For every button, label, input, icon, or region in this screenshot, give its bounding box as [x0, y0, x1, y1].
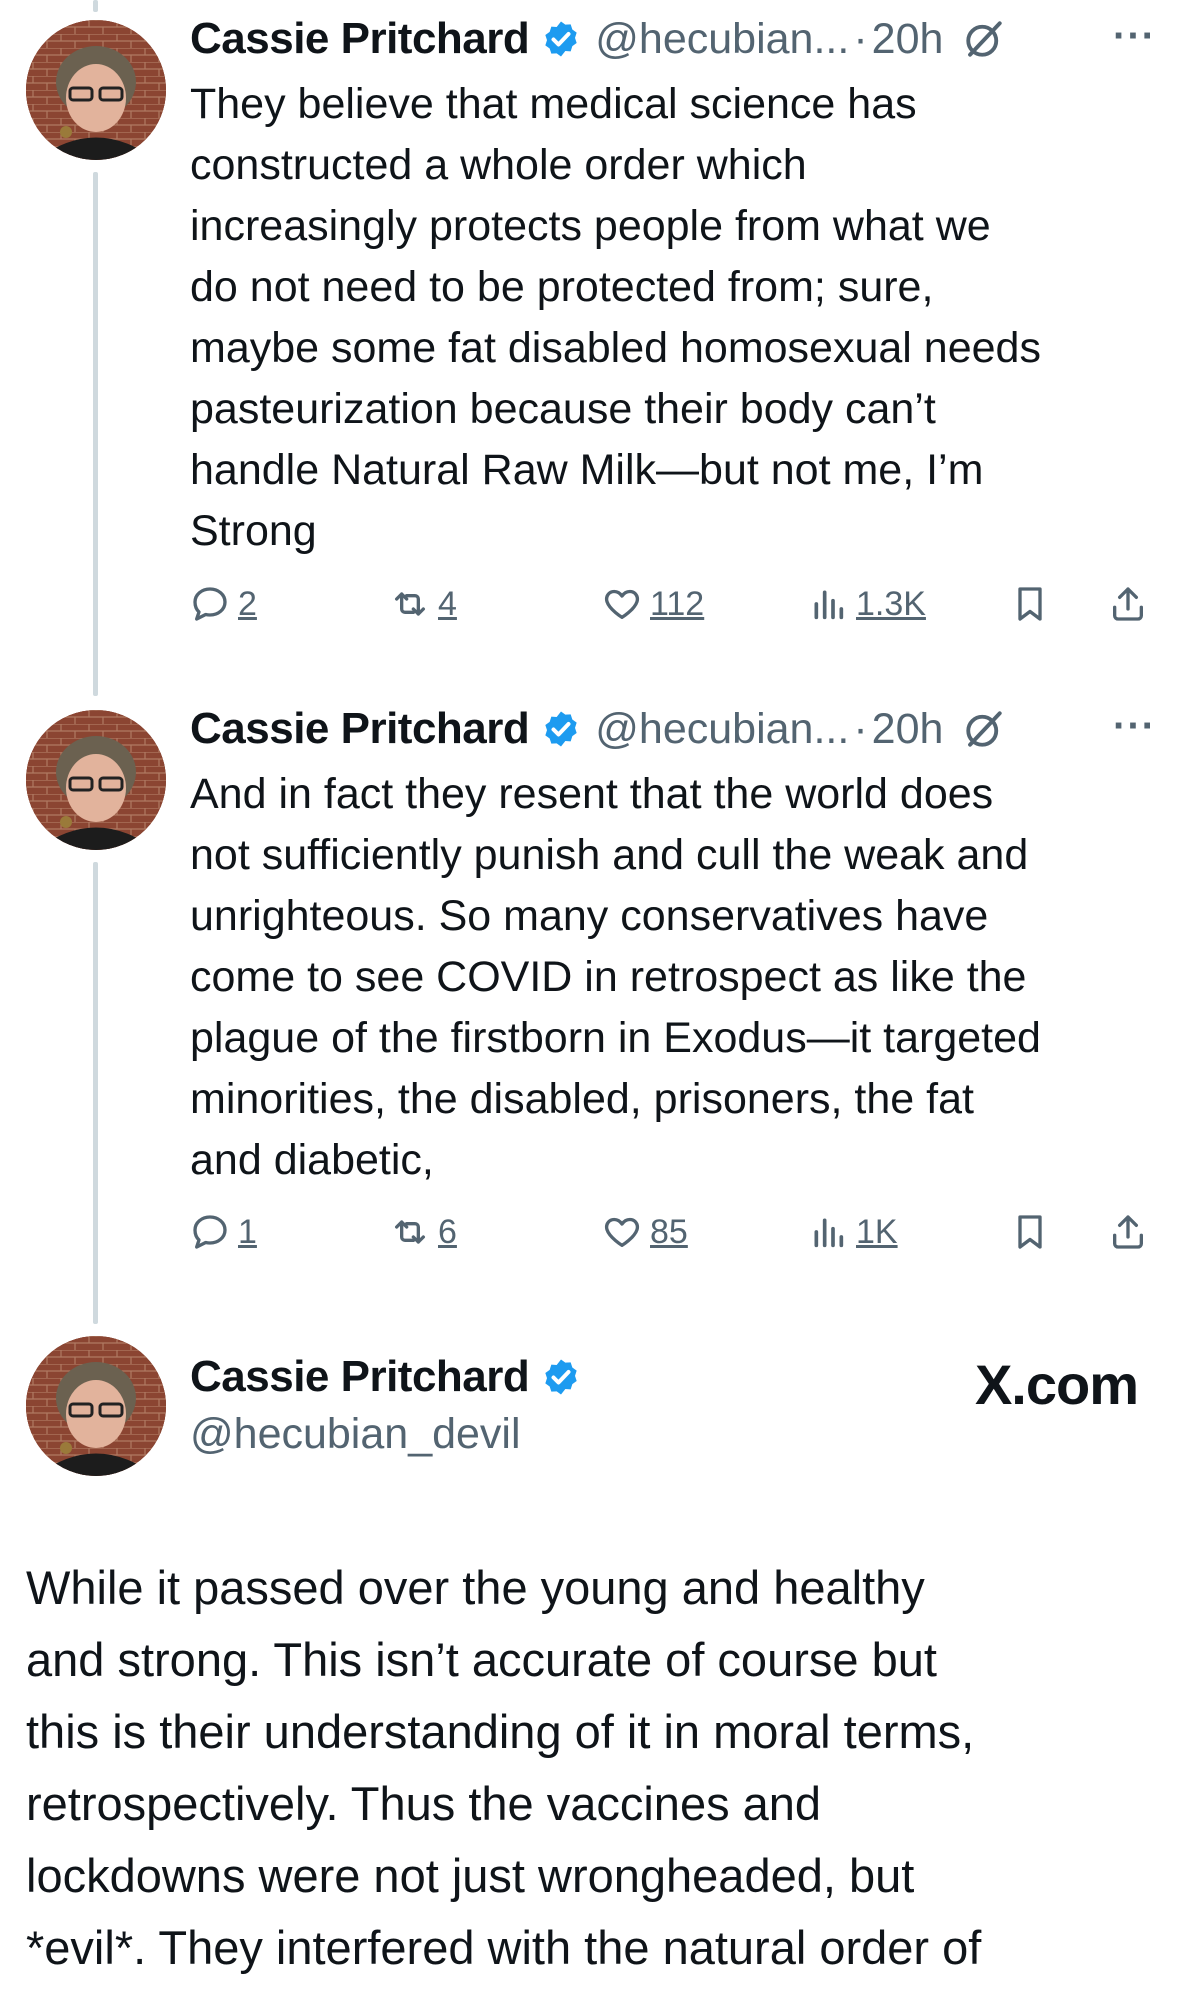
reply-count: 1: [238, 1212, 257, 1251]
like-icon: [602, 1212, 642, 1252]
author-handle[interactable]: @hecubian_devil: [190, 1410, 521, 1459]
action-bar: 2 4 112 1.3K: [190, 584, 1160, 634]
avatar[interactable]: [26, 710, 166, 850]
card-author: Cassie Pritchard: [190, 1352, 581, 1402]
bookmark-icon: [1010, 584, 1050, 624]
avatar[interactable]: [26, 1336, 166, 1476]
repost-icon: [390, 584, 430, 624]
verified-badge-icon: [541, 19, 581, 59]
repost-count: 4: [438, 584, 457, 623]
like-count: 85: [650, 1212, 688, 1251]
thread-line: [93, 0, 98, 12]
grok-icon[interactable]: [963, 708, 1005, 750]
site-logo: X.com: [974, 1353, 1139, 1416]
repost-button[interactable]: 6: [390, 1212, 457, 1252]
author-handle[interactable]: @hecubian...: [595, 15, 849, 64]
tweet-header: Cassie Pritchard @hecubian... · 20h: [190, 704, 1005, 754]
author-name[interactable]: Cassie Pritchard: [190, 14, 530, 64]
views-icon: [808, 584, 848, 624]
views-icon: [808, 1212, 848, 1252]
tweet-header: Cassie Pritchard @hecubian... · 20h: [190, 14, 1005, 64]
like-button[interactable]: 85: [602, 1212, 688, 1252]
like-icon: [602, 584, 642, 624]
repost-count: 6: [438, 1212, 457, 1251]
tweet-text: While it passed over the young and healt…: [26, 1561, 982, 1974]
author-handle[interactable]: @hecubian...: [595, 705, 849, 754]
separator: ·: [853, 14, 868, 63]
action-bar: 1 6 85 1K: [190, 1212, 1160, 1262]
more-icon[interactable]: ···: [1113, 704, 1156, 749]
views-button[interactable]: 1K: [808, 1212, 898, 1252]
reply-icon: [190, 1212, 230, 1252]
tweet-text: They believe that medical science has co…: [190, 80, 1041, 555]
tweet-text: And in fact they resent that the world d…: [190, 770, 1041, 1184]
like-count: 112: [650, 584, 705, 623]
thread-line: [93, 172, 98, 696]
bookmark-button[interactable]: [1010, 584, 1050, 624]
share-icon: [1108, 584, 1148, 624]
views-count: 1K: [856, 1212, 898, 1251]
author-name[interactable]: Cassie Pritchard: [190, 1352, 530, 1402]
author-name[interactable]: Cassie Pritchard: [190, 704, 530, 754]
views-button[interactable]: 1.3K: [808, 584, 926, 624]
grok-icon[interactable]: [963, 18, 1005, 60]
share-button[interactable]: [1108, 584, 1148, 624]
repost-button[interactable]: 4: [390, 584, 457, 624]
bookmark-button[interactable]: [1010, 1212, 1050, 1252]
repost-icon: [390, 1212, 430, 1252]
more-icon[interactable]: ···: [1113, 14, 1156, 59]
reply-icon: [190, 584, 230, 624]
reply-button[interactable]: 2: [190, 584, 257, 624]
separator: ·: [853, 704, 868, 753]
verified-badge-icon: [541, 709, 581, 749]
thread-line: [93, 862, 98, 1324]
share-button[interactable]: [1108, 1212, 1148, 1252]
verified-badge-icon: [541, 1357, 581, 1397]
bookmark-icon: [1010, 1212, 1050, 1252]
timestamp[interactable]: 20h: [872, 15, 944, 64]
timestamp[interactable]: 20h: [872, 705, 944, 754]
views-count: 1.3K: [856, 584, 926, 623]
like-button[interactable]: 112: [602, 584, 704, 624]
reply-button[interactable]: 1: [190, 1212, 257, 1252]
avatar[interactable]: [26, 20, 166, 160]
share-icon: [1108, 1212, 1148, 1252]
reply-count: 2: [238, 584, 257, 623]
